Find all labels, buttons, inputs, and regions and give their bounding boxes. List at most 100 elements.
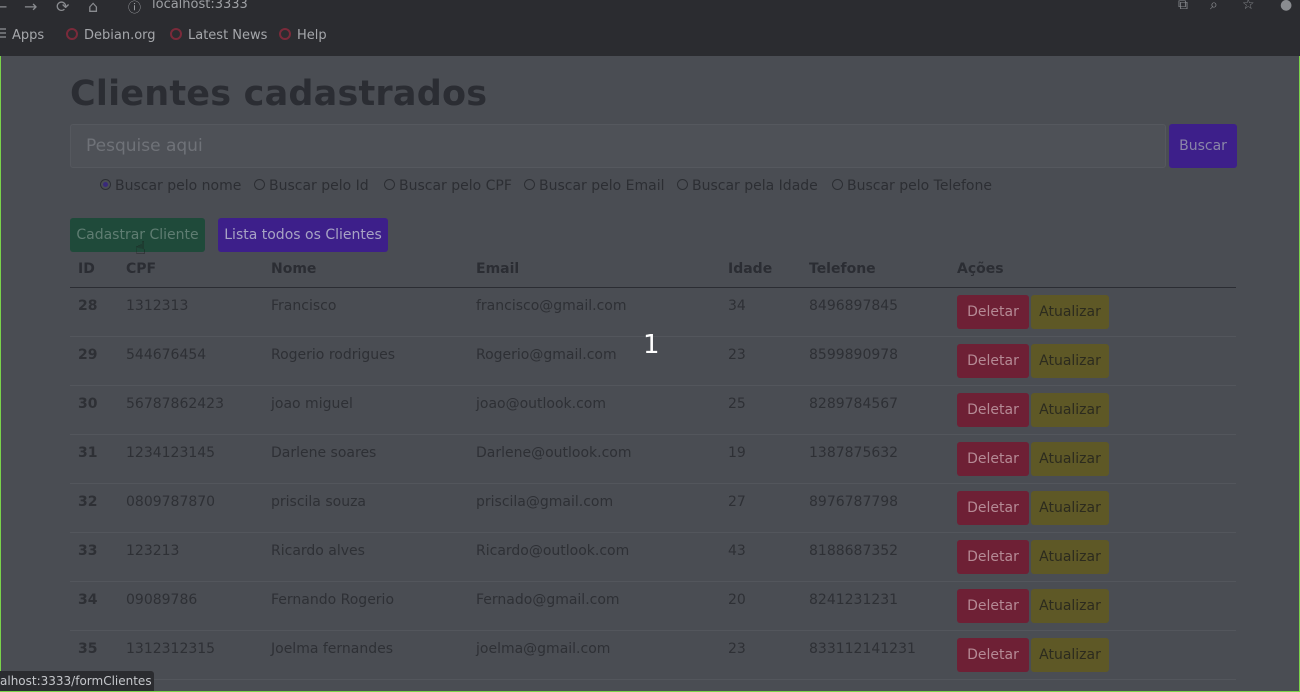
cell-idade: 23 (728, 641, 746, 657)
cell-nome: Fernando Rogerio (271, 592, 395, 608)
bookmark-label: Latest News (188, 28, 268, 43)
cell-telefone: 8496897845 (809, 298, 899, 314)
overlay-number: 1 (643, 330, 660, 360)
column-header-email: Email (476, 261, 520, 277)
table-row: 32 0809787870 priscila souza priscila@gmail… (0, 484, 1300, 533)
cell-nome: joao miguel (271, 396, 353, 412)
url-bar[interactable]: ← → ⟳ ⌂ ⓘ localhost:3333 ⧉ ⌕ ☆ ● (0, 0, 1300, 16)
cell-idade: 25 (728, 396, 746, 412)
radio-idade[interactable]: Buscar pela Idade (677, 178, 818, 194)
cell-telefone: 8599890978 (809, 347, 899, 363)
cell-idade: 43 (728, 543, 746, 559)
cell-telefone: 8188687352 (809, 543, 899, 559)
update-button[interactable]: Atualizar (1031, 589, 1109, 623)
radio-dot-checked[interactable] (100, 179, 111, 190)
radio-telefone[interactable]: Buscar pelo Telefone (832, 178, 992, 194)
radio-dot[interactable] (524, 179, 535, 190)
column-header-id: ID (78, 261, 95, 277)
delete-button[interactable]: Deletar (957, 442, 1029, 476)
cell-idade: 20 (728, 592, 746, 608)
radio-dot[interactable] (254, 179, 265, 190)
delete-button[interactable]: Deletar (957, 393, 1029, 427)
column-header-nome: Nome (271, 261, 317, 277)
radio-nome[interactable]: Buscar pelo nome (100, 178, 241, 194)
row-divider (70, 679, 1236, 680)
table-row: 30 56787862423 joao miguel joao@outlook.com… (0, 386, 1300, 435)
cell-nome: Ricardo alves (271, 543, 365, 559)
update-button[interactable]: Atualizar (1031, 491, 1109, 525)
bookmark-apps[interactable]: Apps (0, 28, 44, 43)
column-header-idade: Idade (728, 261, 773, 277)
zoom-icon[interactable]: ⌕ (1210, 0, 1218, 13)
radio-label: Buscar pelo nome (115, 178, 242, 194)
delete-button[interactable]: Deletar (957, 540, 1029, 574)
status-bar-url: alhost:3333/formClientes (0, 671, 154, 691)
lista-clientes-button[interactable]: Lista todos os Clientes (218, 218, 388, 252)
radio-cpf[interactable]: Buscar pelo CPF (384, 178, 512, 194)
url-text[interactable]: localhost:3333 (152, 0, 248, 12)
radio-label: Buscar pelo Telefone (847, 178, 992, 194)
table-row: 35 1312312315 Joelma fernandes joelma@gmail… (0, 631, 1300, 680)
update-button[interactable]: Atualizar (1031, 344, 1109, 378)
update-button[interactable]: Atualizar (1031, 442, 1109, 476)
radio-email[interactable]: Buscar pelo Email (524, 178, 665, 194)
delete-button[interactable]: Deletar (957, 589, 1029, 623)
bookmark-help[interactable]: Help (279, 28, 327, 43)
cell-cpf: 0809787870 (126, 494, 216, 510)
translate-icon[interactable]: ⧉ (1178, 0, 1188, 13)
delete-button[interactable]: Deletar (957, 295, 1029, 329)
update-button[interactable]: Atualizar (1031, 540, 1109, 574)
radio-id[interactable]: Buscar pelo Id (254, 178, 369, 194)
cell-id: 29 (78, 347, 98, 363)
search-input[interactable] (71, 125, 1165, 167)
cell-telefone: 8976787798 (809, 494, 899, 510)
reload-icon[interactable]: ⟳ (56, 0, 69, 16)
cell-idade: 27 (728, 494, 746, 510)
bookmark-latest-news[interactable]: Latest News (170, 28, 267, 43)
delete-button[interactable]: Deletar (957, 638, 1029, 672)
radio-dot[interactable] (832, 179, 843, 190)
update-button[interactable]: Atualizar (1031, 393, 1109, 427)
cell-cpf: 544676454 (126, 347, 207, 363)
cell-id: 30 (78, 396, 98, 412)
debian-logo-icon (66, 28, 78, 40)
cell-id: 34 (78, 592, 98, 608)
cell-email: Ricardo@outlook.com (476, 543, 630, 559)
search-box[interactable] (70, 124, 1166, 168)
cell-email: Fernado@gmail.com (476, 592, 620, 608)
cell-telefone: 833112141231 (809, 641, 916, 657)
cell-id: 33 (78, 543, 98, 559)
update-button[interactable]: Atualizar (1031, 295, 1109, 329)
radio-dot[interactable] (384, 179, 395, 190)
back-arrow-icon[interactable]: ← (0, 0, 7, 16)
browser-chrome: ← → ⟳ ⌂ ⓘ localhost:3333 ⧉ ⌕ ☆ ● Apps De… (0, 0, 1300, 56)
forward-arrow-icon[interactable]: → (24, 0, 37, 16)
delete-button[interactable]: Deletar (957, 491, 1029, 525)
cell-nome: Joelma fernandes (271, 641, 394, 657)
cell-idade: 19 (728, 445, 746, 461)
column-header-acoes: Ações (957, 261, 1004, 277)
column-header-cpf: CPF (126, 261, 157, 277)
cell-email: joao@outlook.com (476, 396, 607, 412)
table-row: 33 123213 Ricardo alves Ricardo@outlook.com… (0, 533, 1300, 582)
search-button[interactable]: Buscar (1169, 124, 1237, 168)
profile-icon[interactable]: ● (1280, 0, 1292, 13)
delete-button[interactable]: Deletar (957, 344, 1029, 378)
cell-id: 35 (78, 641, 98, 657)
bookmark-debian[interactable]: Debian.org (66, 28, 156, 43)
cell-cpf: 56787862423 (126, 396, 224, 412)
cell-cpf: 1234123145 (126, 445, 216, 461)
star-icon[interactable]: ☆ (1242, 0, 1255, 13)
cell-id: 32 (78, 494, 98, 510)
cell-email: priscila@gmail.com (476, 494, 614, 510)
info-icon[interactable]: ⓘ (128, 0, 141, 16)
bookmark-label: Apps (12, 28, 45, 43)
table-row: 31 1234123145 Darlene soares Darlene@outloo… (0, 435, 1300, 484)
cell-email: Rogerio@gmail.com (476, 347, 617, 363)
cell-nome: Francisco (271, 298, 337, 314)
radio-dot[interactable] (677, 179, 688, 190)
update-button[interactable]: Atualizar (1031, 638, 1109, 672)
cell-telefone: 8241231231 (809, 592, 899, 608)
radio-label: Buscar pela Idade (692, 178, 818, 194)
home-icon[interactable]: ⌂ (88, 0, 98, 16)
